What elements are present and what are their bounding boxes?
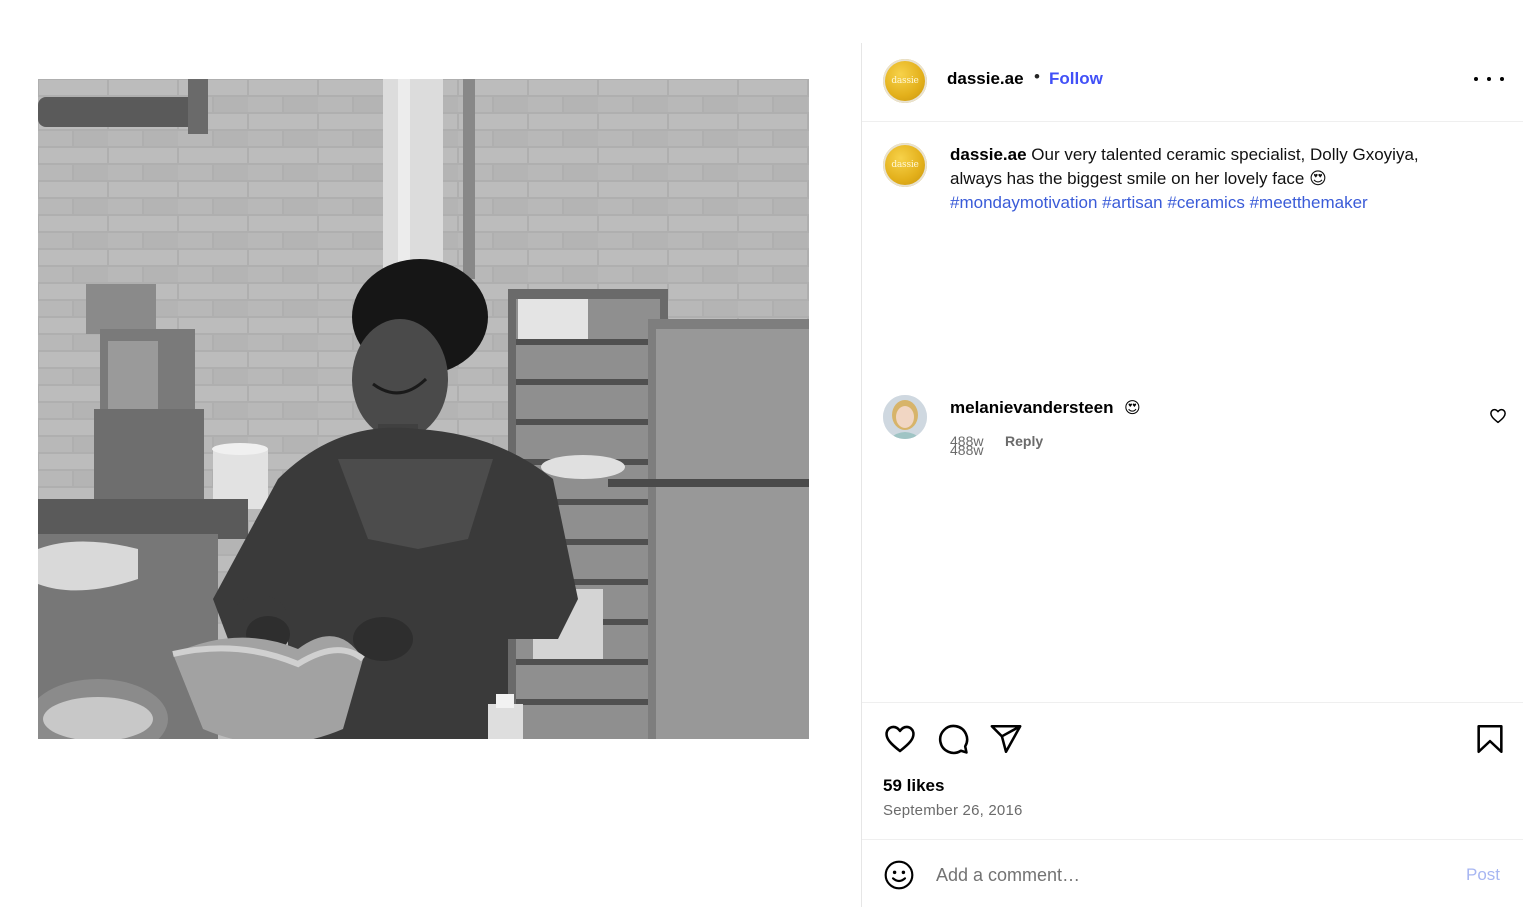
workshop-photo xyxy=(38,79,809,739)
comment-icon[interactable] xyxy=(936,722,970,756)
follow-button[interactable]: Follow xyxy=(1049,69,1103,89)
separator-dot: • xyxy=(1034,67,1040,86)
share-icon[interactable] xyxy=(989,722,1023,756)
post-comment-button[interactable]: Post xyxy=(1466,865,1500,885)
caption-username[interactable]: dassie.ae xyxy=(950,145,1027,164)
post-date: September 26, 2016 xyxy=(883,802,1023,819)
reply-button[interactable]: Reply xyxy=(1005,433,1043,449)
hashtag-mondaymotivation[interactable]: #mondaymotivation xyxy=(950,193,1097,212)
emoji-picker-icon[interactable] xyxy=(883,859,915,891)
avatar-logo-text: dassie xyxy=(891,76,919,86)
dot xyxy=(1487,77,1491,81)
hashtag-ceramics[interactable]: #ceramics xyxy=(1167,193,1244,212)
post-details-panel: dassie dassie.ae • Follow dassie dassie.… xyxy=(861,43,1523,907)
caption-author-avatar[interactable]: dassie xyxy=(883,143,927,187)
heart-icon[interactable] xyxy=(883,722,917,756)
heart-eyes-emoji: 😍 xyxy=(1309,169,1327,188)
post-image[interactable] xyxy=(38,79,809,739)
commenter-username[interactable]: melanievandersteen xyxy=(950,398,1113,418)
comment-composer: Post xyxy=(862,839,1523,907)
commenter-avatar[interactable] xyxy=(883,395,927,439)
heart-eyes-emoji: 😍 xyxy=(1124,400,1141,417)
author-avatar[interactable]: dassie xyxy=(883,59,927,103)
comment-timestamp[interactable]: 488w xyxy=(950,433,983,449)
bookmark-icon[interactable] xyxy=(1473,722,1507,756)
comment-input[interactable] xyxy=(936,860,1436,890)
likes-count[interactable]: 59 likes xyxy=(883,776,944,796)
hashtag-artisan[interactable]: #artisan xyxy=(1102,193,1162,212)
post-header: dassie dassie.ae • Follow xyxy=(862,43,1523,122)
dot xyxy=(1500,77,1504,81)
avatar-logo-text: dassie xyxy=(891,160,919,170)
caption-text: dassie.ae Our very talented ceramic spec… xyxy=(950,143,1470,215)
comment-item: melanievandersteen 😍 488w Reply xyxy=(862,395,1523,455)
hashtag-meetthemaker[interactable]: #meetthemaker xyxy=(1250,193,1368,212)
dot xyxy=(1474,77,1478,81)
commenter-photo xyxy=(883,395,927,439)
more-options-icon[interactable] xyxy=(1474,67,1504,91)
like-comment-heart-icon[interactable] xyxy=(1489,407,1507,425)
author-username[interactable]: dassie.ae xyxy=(947,69,1024,89)
